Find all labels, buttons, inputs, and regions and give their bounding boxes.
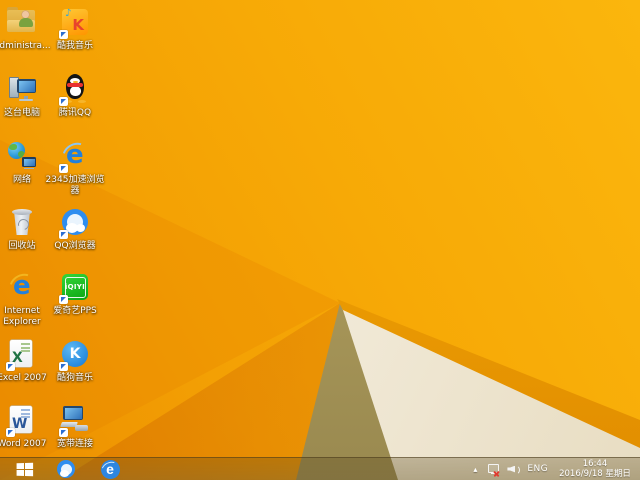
desktop-icon-label: 酷狗音乐 — [56, 373, 93, 383]
shortcut-arrow-icon — [6, 362, 15, 371]
volume-icon[interactable] — [507, 464, 521, 475]
desktop-icon-broadband[interactable]: 宽带连接 — [45, 403, 105, 450]
shortcut-arrow-icon — [59, 164, 68, 173]
desktop-icon-kugou-music[interactable]: K 酷狗音乐 — [45, 337, 105, 384]
qq-browser-cloud-icon — [57, 205, 93, 239]
desktop-icon-2345-browser[interactable]: e 2345加速浏览器 — [45, 137, 105, 196]
broadband-connection-icon — [57, 403, 93, 437]
desktop-icon-label: 2345加速浏览器 — [45, 175, 105, 196]
clock-time: 16:44 — [582, 459, 608, 469]
qq-penguin-icon — [57, 72, 93, 106]
internet-explorer-icon: e — [4, 268, 43, 307]
desktop-icon-label: 腾讯QQ — [58, 108, 92, 118]
taskbar-qq-browser-button[interactable] — [48, 458, 84, 480]
system-tray: ▴ ENG 16:44 2016/9/18 星期日 — [470, 458, 640, 480]
desktop-icon-kuwo-music[interactable]: ♪ K 酷我音乐 — [45, 5, 105, 52]
recycle-bin-icon — [4, 205, 40, 239]
kuwo-music-icon: ♪ K — [57, 5, 93, 39]
shortcut-arrow-icon — [59, 97, 68, 106]
internet-explorer-icon: e — [98, 458, 122, 480]
browser-e-icon: e — [57, 137, 96, 176]
shortcut-arrow-icon — [6, 428, 15, 437]
kugou-icon: K — [57, 337, 93, 371]
shortcut-arrow-icon — [59, 295, 68, 304]
network-globe-icon — [4, 139, 40, 173]
windows-logo-icon — [16, 462, 33, 476]
network-status-icon[interactable] — [487, 463, 500, 477]
language-indicator[interactable]: ENG — [527, 464, 548, 474]
computer-icon — [4, 72, 40, 106]
desktop: Administra... ♪ K 酷我音乐 这台电脑 腾讯QQ — [0, 0, 640, 480]
desktop-icon-label: 爱奇艺PPS — [53, 306, 97, 316]
shortcut-arrow-icon — [59, 30, 68, 39]
word-icon: W — [4, 403, 40, 437]
show-hidden-icons-button[interactable]: ▴ — [470, 465, 480, 474]
desktop-icon-label: 酷我音乐 — [56, 41, 93, 51]
user-folder-icon — [4, 5, 40, 39]
desktop-icon-iqiyi-pps[interactable]: iQIYI 爱奇艺PPS — [45, 270, 105, 317]
excel-icon: X — [4, 337, 40, 371]
iqiyi-icon: iQIYI — [57, 270, 93, 304]
desktop-icon-tencent-qq[interactable]: 腾讯QQ — [45, 72, 105, 119]
desktop-icon-label: QQ浏览器 — [54, 241, 96, 251]
clock[interactable]: 16:44 2016/9/18 星期日 — [555, 459, 635, 479]
shortcut-arrow-icon — [59, 230, 68, 239]
taskbar-ie-button[interactable]: e — [92, 458, 128, 480]
qq-browser-icon — [57, 460, 75, 478]
desktop-icon-qq-browser[interactable]: QQ浏览器 — [45, 205, 105, 252]
desktop-icon-label: 宽带连接 — [56, 439, 93, 449]
start-button[interactable] — [6, 458, 42, 480]
shortcut-arrow-icon — [59, 362, 68, 371]
shortcut-arrow-icon — [59, 428, 68, 437]
taskbar: e ▴ ENG 16:44 2016/9/18 星期日 — [0, 457, 640, 480]
clock-date: 2016/9/18 星期日 — [559, 469, 631, 479]
